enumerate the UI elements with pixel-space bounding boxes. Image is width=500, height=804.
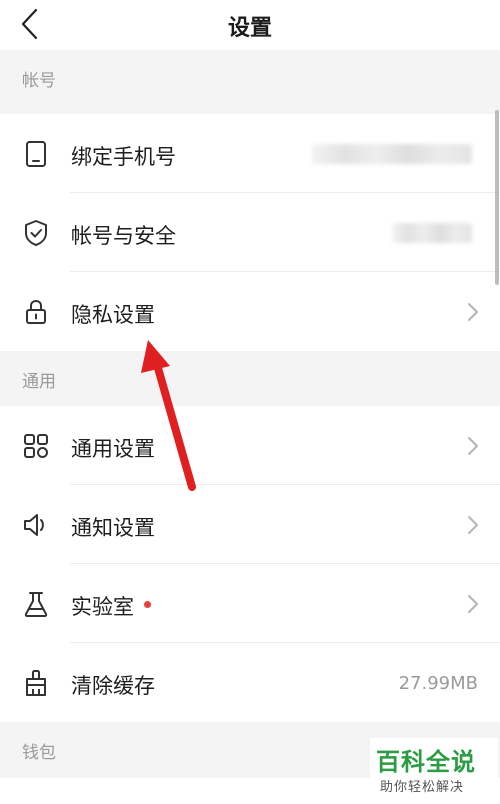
chevron-right-icon xyxy=(468,303,478,321)
chevron-right-icon xyxy=(468,437,478,455)
chevron-right-icon xyxy=(468,595,478,613)
row-lab[interactable]: 实验室 xyxy=(0,564,500,643)
row-general-settings[interactable]: 通用设置 xyxy=(0,406,500,485)
general-group: 通用设置 通知设置 实验室 清除缓存 27.99MB xyxy=(0,406,500,722)
section-header-general: 通用 xyxy=(0,351,500,411)
lock-icon xyxy=(22,298,50,326)
row-clear-cache[interactable]: 清除缓存 27.99MB xyxy=(0,643,500,722)
row-label: 绑定手机号 xyxy=(71,145,176,169)
page-title: 设置 xyxy=(227,16,272,41)
account-group: 绑定手机号 帐号与安全 隐私设置 xyxy=(0,114,500,351)
scrollbar-thumb[interactable] xyxy=(495,110,499,285)
row-label: 通知设置 xyxy=(71,516,155,540)
row-bind-phone[interactable]: 绑定手机号 xyxy=(0,114,500,193)
watermark-subtitle: 助你轻松解决 xyxy=(380,780,465,795)
row-account-security[interactable]: 帐号与安全 xyxy=(0,193,500,272)
row-label: 实验室 xyxy=(71,595,134,619)
top-bar: 设置 xyxy=(0,0,500,50)
cache-size-value: 27.99MB xyxy=(398,673,478,694)
row-label: 帐号与安全 xyxy=(71,224,176,248)
section-header-account: 帐号 xyxy=(0,50,500,110)
chevron-right-icon xyxy=(468,516,478,534)
row-notification-settings[interactable]: 通知设置 xyxy=(0,485,500,564)
settings-page: 设置 帐号 绑定手机号 帐号与安全 隐私设置 通用 通用设置 通知设置 实验室 … xyxy=(0,0,500,804)
redacted-value xyxy=(312,144,472,164)
row-label: 隐私设置 xyxy=(71,303,155,327)
broom-icon xyxy=(22,669,50,697)
speaker-icon xyxy=(22,511,50,539)
phone-icon xyxy=(22,140,50,168)
row-privacy-settings[interactable]: 隐私设置 xyxy=(0,272,500,351)
flask-icon xyxy=(22,590,50,618)
section-title: 钱包 xyxy=(22,743,56,763)
section-title: 帐号 xyxy=(22,71,56,91)
section-title: 通用 xyxy=(22,372,56,392)
grid-icon xyxy=(22,432,50,460)
row-label: 清除缓存 xyxy=(71,674,155,698)
new-badge-dot xyxy=(144,601,151,608)
watermark-title: 百科全说 xyxy=(376,748,476,776)
shield-check-icon xyxy=(22,219,50,247)
row-label: 通用设置 xyxy=(71,437,155,461)
redacted-value xyxy=(392,223,472,243)
watermark-logo: 百科全说 助你轻松解决 xyxy=(370,738,498,800)
